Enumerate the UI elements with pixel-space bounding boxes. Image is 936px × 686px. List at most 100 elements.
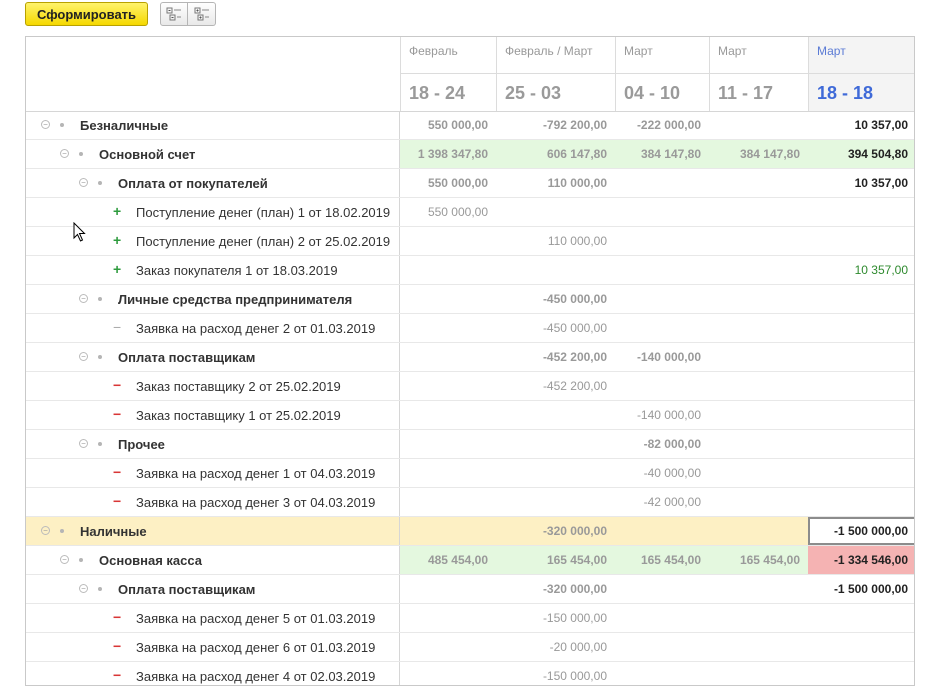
amount-cell[interactable] (496, 488, 615, 516)
amount-cell[interactable] (709, 488, 808, 516)
amount-cell[interactable]: 165 454,00 (615, 546, 709, 574)
amount-cell[interactable] (496, 198, 615, 226)
amount-cell[interactable] (400, 227, 496, 255)
amount-cell[interactable] (400, 517, 496, 545)
amount-cell[interactable] (808, 198, 914, 226)
table-row[interactable]: + Поступление денег (план) 2 от 25.02.201… (26, 227, 914, 256)
amount-cell[interactable]: 485 454,00 (400, 546, 496, 574)
collapse-toggle-icon[interactable]: − (79, 352, 88, 361)
amount-cell[interactable] (400, 633, 496, 661)
amount-cell[interactable]: 550 000,00 (400, 111, 496, 139)
amount-cell[interactable]: -42 000,00 (615, 488, 709, 516)
table-row[interactable]: − Прочее -82 000,00 (26, 430, 914, 459)
amount-cell[interactable]: -320 000,00 (496, 517, 615, 545)
collapse-all-button[interactable] (160, 2, 189, 26)
amount-cell[interactable] (808, 285, 914, 313)
amount-cell[interactable] (808, 459, 914, 487)
table-row[interactable]: − Заявка на расход денег 2 от 01.03.2019 -… (26, 314, 914, 343)
amount-cell[interactable] (400, 488, 496, 516)
amount-cell[interactable]: 10 357,00 (808, 111, 914, 139)
collapse-toggle-icon[interactable]: − (79, 178, 88, 187)
amount-cell[interactable]: -320 000,00 (496, 575, 615, 603)
amount-cell[interactable] (709, 459, 808, 487)
amount-cell[interactable] (808, 314, 914, 342)
amount-cell[interactable] (808, 604, 914, 632)
collapse-toggle-icon[interactable]: − (79, 584, 88, 593)
amount-cell[interactable] (400, 314, 496, 342)
amount-cell[interactable] (808, 372, 914, 400)
amount-cell[interactable] (808, 401, 914, 429)
amount-cell[interactable]: -452 200,00 (496, 343, 615, 371)
amount-cell[interactable]: 606 147,80 (496, 140, 615, 168)
amount-cell[interactable] (808, 633, 914, 661)
amount-cell[interactable]: 550 000,00 (400, 169, 496, 197)
amount-cell[interactable] (615, 517, 709, 545)
amount-cell[interactable] (808, 227, 914, 255)
table-row[interactable]: + Заказ покупателя 1 от 18.03.2019 10 357,… (26, 256, 914, 285)
collapse-toggle-icon[interactable]: − (60, 149, 69, 158)
amount-cell[interactable] (615, 198, 709, 226)
amount-cell[interactable] (615, 575, 709, 603)
amount-cell[interactable]: -150 000,00 (496, 604, 615, 632)
table-row[interactable]: − Оплата поставщикам -320 000,00 -1 500 000… (26, 575, 914, 604)
amount-cell[interactable]: -82 000,00 (615, 430, 709, 458)
amount-cell[interactable] (615, 633, 709, 661)
table-row[interactable]: + Поступление денег (план) 1 от 18.02.201… (26, 198, 914, 227)
amount-cell[interactable]: -452 200,00 (496, 372, 615, 400)
amount-cell[interactable] (615, 372, 709, 400)
amount-cell[interactable] (709, 314, 808, 342)
amount-cell[interactable] (400, 372, 496, 400)
amount-cell[interactable] (808, 662, 914, 685)
amount-cell[interactable]: 550 000,00 (400, 198, 496, 226)
amount-cell[interactable] (400, 575, 496, 603)
table-row[interactable]: − Заказ поставщику 2 от 25.02.2019 -452 20… (26, 372, 914, 401)
amount-cell[interactable] (615, 662, 709, 685)
amount-cell[interactable] (709, 198, 808, 226)
table-row[interactable]: − Заявка на расход денег 4 от 02.03.2019 -… (26, 662, 914, 685)
amount-cell[interactable] (808, 430, 914, 458)
table-row[interactable]: − Оплата поставщикам -452 200,00 -140 000,0… (26, 343, 914, 372)
amount-cell[interactable]: 110 000,00 (496, 169, 615, 197)
table-row[interactable]: − Безналичные 550 000,00 -792 200,00 -222 00… (26, 111, 914, 140)
amount-cell[interactable]: -1 500 000,00 (808, 575, 914, 603)
amount-cell[interactable] (400, 285, 496, 313)
collapse-toggle-icon[interactable]: − (41, 526, 50, 535)
amount-cell[interactable] (496, 459, 615, 487)
amount-cell[interactable]: -20 000,00 (496, 633, 615, 661)
table-row[interactable]: − Личные средства предпринимателя -450 000… (26, 285, 914, 314)
amount-cell[interactable] (709, 575, 808, 603)
table-row[interactable]: − Основной счет 1 398 347,80 606 147,80 384 … (26, 140, 914, 169)
period-column-header[interactable]: Март 11 - 17 (709, 37, 808, 111)
table-row[interactable]: − Заявка на расход денег 5 от 01.03.2019 -… (26, 604, 914, 633)
amount-cell[interactable] (709, 285, 808, 313)
collapse-toggle-icon[interactable]: − (79, 294, 88, 303)
amount-cell[interactable] (400, 401, 496, 429)
amount-cell[interactable]: 10 357,00 (808, 256, 914, 284)
period-column-header[interactable]: Февраль / Март 25 - 03 (496, 37, 615, 111)
amount-cell[interactable] (400, 343, 496, 371)
table-row[interactable]: − Заказ поставщику 1 от 25.02.2019 -140 00… (26, 401, 914, 430)
amount-cell[interactable]: -792 200,00 (496, 111, 615, 139)
amount-cell[interactable]: -222 000,00 (615, 111, 709, 139)
amount-cell[interactable] (496, 401, 615, 429)
amount-cell[interactable]: 394 504,80 (808, 140, 914, 168)
amount-cell[interactable] (709, 604, 808, 632)
amount-cell[interactable] (400, 459, 496, 487)
amount-cell[interactable] (709, 401, 808, 429)
amount-cell[interactable] (709, 111, 808, 139)
amount-cell[interactable] (709, 517, 808, 545)
amount-cell[interactable]: 10 357,00 (808, 169, 914, 197)
period-column-header[interactable]: Февраль 18 - 24 (400, 37, 496, 111)
amount-cell[interactable] (709, 343, 808, 371)
amount-cell[interactable] (615, 227, 709, 255)
amount-cell[interactable] (400, 430, 496, 458)
amount-cell[interactable]: -1 500 000,00 (808, 517, 914, 545)
table-row[interactable]: − Заявка на расход денег 6 от 01.03.2019 -… (26, 633, 914, 662)
amount-cell[interactable]: 165 454,00 (496, 546, 615, 574)
amount-cell[interactable]: -40 000,00 (615, 459, 709, 487)
amount-cell[interactable] (709, 430, 808, 458)
amount-cell[interactable] (808, 488, 914, 516)
period-column-header[interactable]: Март 18 - 18 (808, 37, 914, 111)
table-row[interactable]: − Основная касса 485 454,00 165 454,00 165 4… (26, 546, 914, 575)
period-column-header[interactable]: Март 04 - 10 (615, 37, 709, 111)
